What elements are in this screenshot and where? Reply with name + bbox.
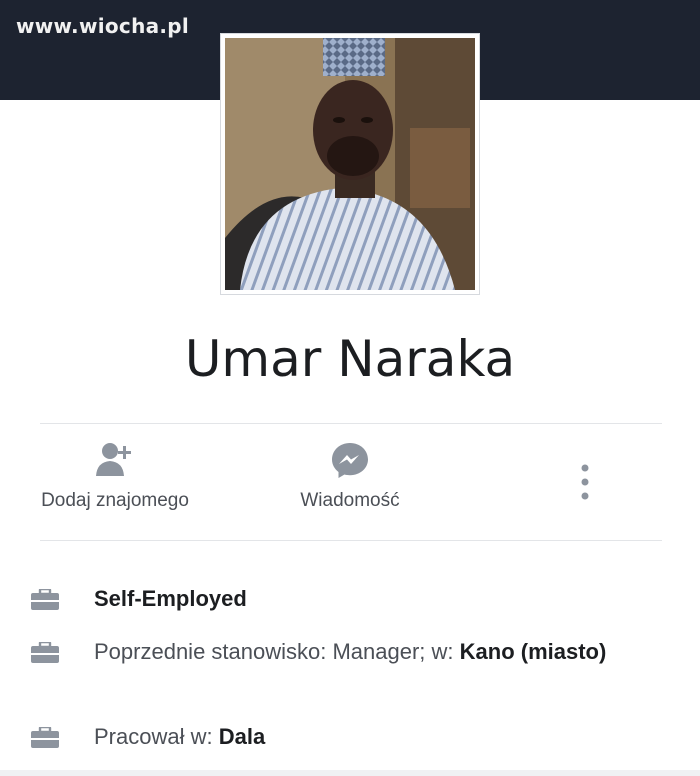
add-friend-label: Dodaj znajomego bbox=[41, 490, 189, 511]
more-options-button[interactable] bbox=[570, 462, 600, 502]
message-button[interactable]: Wiadomość bbox=[255, 440, 445, 512]
watermark: www.wiocha.pl bbox=[16, 14, 190, 38]
previous-place-link[interactable]: Kano (miasto) bbox=[460, 639, 607, 664]
previous-position-text: Poprzednie stanowisko: Manager; w: bbox=[94, 639, 460, 664]
profile-photo-illustration bbox=[225, 38, 475, 290]
profile-name: Umar Naraka bbox=[184, 330, 516, 388]
briefcase-icon bbox=[31, 589, 59, 610]
worked-at-text: Pracował w: bbox=[94, 724, 219, 749]
briefcase-icon bbox=[31, 727, 59, 748]
add-friend-icon bbox=[96, 443, 131, 476]
more-options-icon bbox=[581, 464, 589, 500]
profile-photo-image bbox=[225, 38, 475, 290]
worked-place-link[interactable]: Dala bbox=[219, 724, 265, 749]
divider-top bbox=[40, 423, 662, 424]
briefcase-icon bbox=[31, 642, 59, 663]
bottom-edge bbox=[0, 770, 700, 776]
profile-photo[interactable] bbox=[220, 33, 480, 295]
message-label: Wiadomość bbox=[300, 490, 400, 511]
add-friend-button[interactable]: Dodaj znajomego bbox=[20, 440, 210, 512]
divider-bottom bbox=[40, 540, 662, 541]
messenger-icon bbox=[332, 443, 368, 478]
employment-text: Self-Employed bbox=[94, 586, 247, 611]
